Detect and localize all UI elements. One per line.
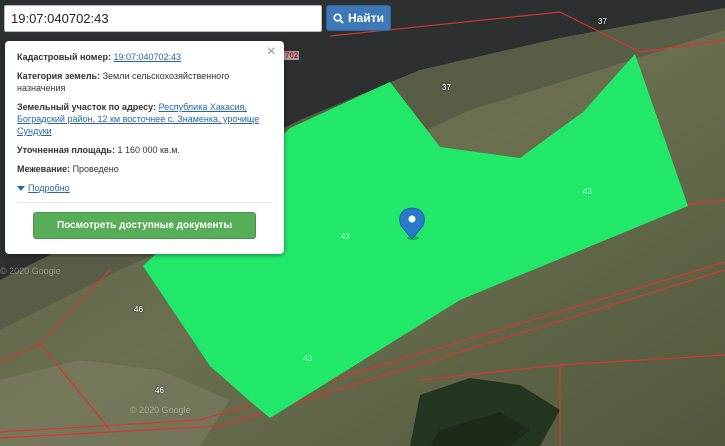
map-watermark: © 2020 Google bbox=[0, 266, 61, 276]
parcel-label: 43 bbox=[583, 187, 592, 196]
details-toggle[interactable]: Подробно bbox=[17, 182, 272, 194]
triangle-down-icon bbox=[17, 185, 25, 191]
map-watermark: © 2020 Google bbox=[130, 405, 191, 415]
survey-value: Проведено bbox=[72, 164, 119, 174]
survey-label: Межевание: bbox=[17, 164, 71, 174]
close-icon[interactable]: × bbox=[267, 44, 276, 60]
parcel-label: 37 bbox=[598, 17, 607, 26]
category-label: Категория земель: bbox=[17, 71, 101, 81]
area-row: Уточненная площадь: 1 160 000 кв.м. bbox=[17, 144, 272, 156]
parcel-label: 43 bbox=[303, 354, 312, 363]
parcel-label: 46 bbox=[155, 386, 164, 395]
cadastral-number-label: Кадастровый номер: bbox=[17, 52, 111, 62]
details-link[interactable]: Подробно bbox=[28, 182, 70, 194]
search-icon bbox=[333, 12, 344, 24]
search-input[interactable] bbox=[4, 5, 322, 32]
address-label: Земельный участок по адресу: bbox=[17, 102, 157, 112]
search-button-label: Найти bbox=[348, 11, 384, 25]
category-row: Категория земель: Земли сельскохозяйстве… bbox=[17, 70, 272, 94]
survey-row: Межевание: Проведено bbox=[17, 163, 272, 175]
view-documents-button[interactable]: Посмотреть доступные документы bbox=[33, 212, 256, 239]
cadastral-number-link[interactable]: 19:07:040702:43 bbox=[113, 52, 181, 62]
address-row: Земельный участок по адресу: Республика … bbox=[17, 101, 272, 137]
search-bar bbox=[4, 5, 322, 32]
parcel-info-popup: × Кадастровый номер: 19:07:040702:43 Кат… bbox=[5, 41, 284, 254]
parcel-label: 46 bbox=[134, 305, 143, 314]
search-button[interactable]: Найти bbox=[326, 5, 391, 31]
parcel-label: 43 bbox=[341, 232, 350, 241]
cadastral-number-row: Кадастровый номер: 19:07:040702:43 bbox=[17, 51, 272, 63]
area-value: 1 160 000 кв.м. bbox=[117, 145, 180, 155]
edge-parcel-label: 702 bbox=[284, 51, 300, 60]
parcel-label: 37 bbox=[442, 83, 451, 92]
area-label: Уточненная площадь: bbox=[17, 145, 115, 155]
popup-divider bbox=[17, 202, 272, 203]
